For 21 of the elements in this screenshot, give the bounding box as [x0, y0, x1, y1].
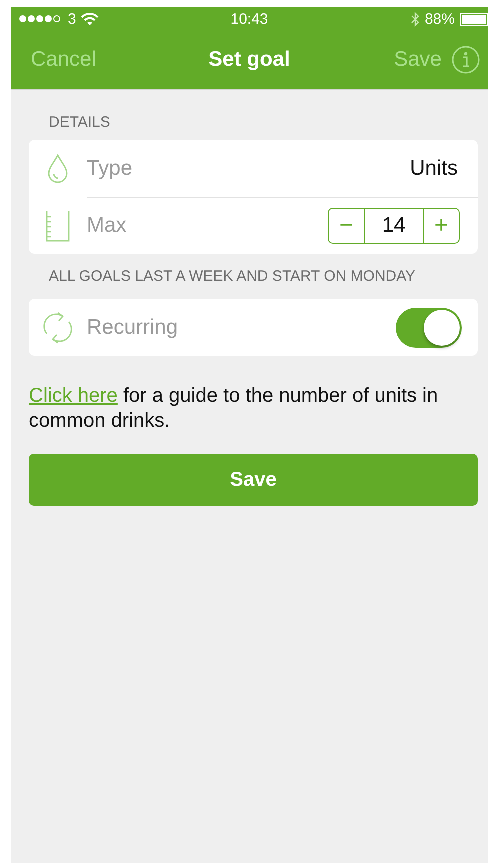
section-footnote: ALL GOALS LAST A WEEK AND START ON MONDAY: [48, 267, 417, 287]
battery-text: 88%: [424, 10, 455, 28]
row-label: Recurring: [87, 316, 180, 340]
recurring-toggle[interactable]: [396, 308, 462, 348]
row-label: Type: [87, 156, 134, 180]
type-value[interactable]: Units: [410, 156, 458, 180]
section-header: DETAILS: [48, 113, 112, 133]
battery-icon: [460, 12, 488, 26]
screen-title: Set goal: [208, 48, 290, 72]
signal-icon: [19, 15, 63, 23]
time-text: 10:43: [230, 10, 268, 28]
bluetooth-icon: [410, 12, 420, 26]
repeat-icon: [41, 310, 75, 344]
row-label: Max: [87, 214, 128, 238]
save-nav-button[interactable]: Save: [394, 48, 442, 72]
cancel-button[interactable]: Cancel: [31, 48, 96, 72]
wifi-icon: [81, 12, 100, 26]
save-button[interactable]: Save: [29, 454, 478, 506]
guide-link[interactable]: Click here: [29, 385, 118, 407]
carrier-text: 3: [68, 10, 76, 28]
guide-text: Click here for a guide to the number of units in common drinks.: [29, 384, 440, 434]
